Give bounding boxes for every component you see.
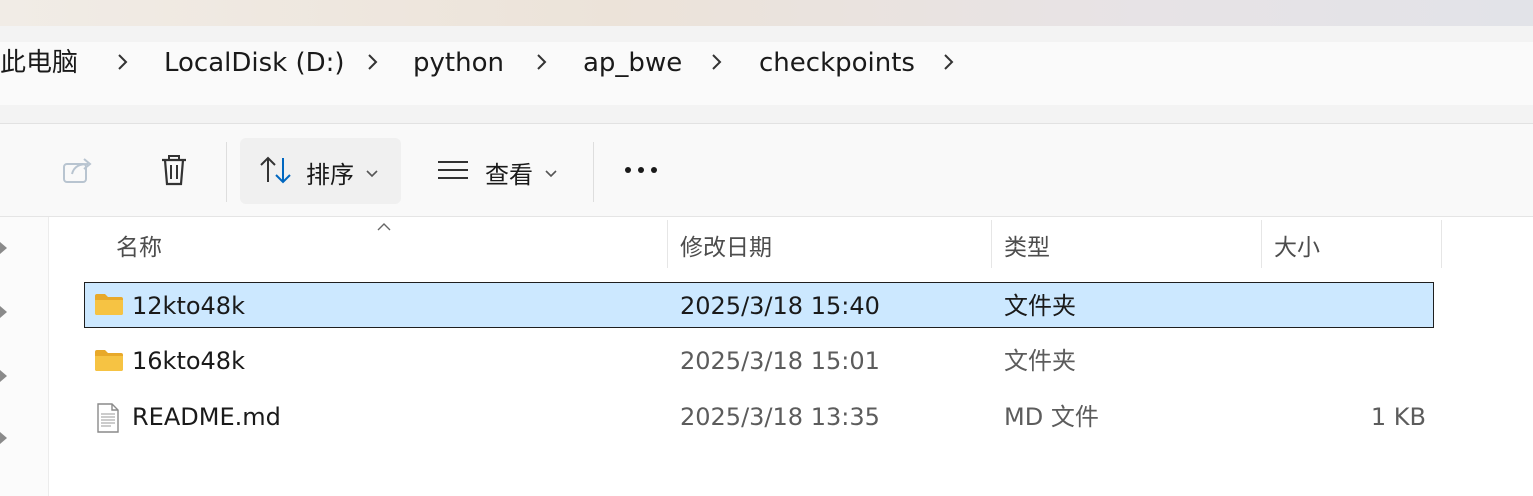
expand-arrow-icon[interactable]: [0, 306, 7, 318]
file-type: MD 文件: [1004, 403, 1099, 431]
title-bar: [0, 0, 1533, 26]
toolbar-divider: [593, 142, 594, 202]
file-size: 1 KB: [1370, 403, 1426, 431]
sort-indicator-icon: [377, 216, 391, 235]
breadcrumb-checkpoints[interactable]: checkpoints: [759, 46, 915, 80]
sort-label: 排序: [306, 160, 354, 189]
breadcrumb-ap-bwe[interactable]: ap_bwe: [583, 46, 682, 80]
file-type: 文件夹: [1004, 292, 1076, 320]
column-header-type[interactable]: 类型: [1004, 228, 1050, 262]
command-bar: 排序 查看: [0, 124, 1533, 217]
chevron-right-icon[interactable]: [112, 47, 134, 77]
share-button[interactable]: [60, 154, 96, 190]
chevron-right-icon[interactable]: [362, 47, 384, 77]
chevron-down-icon: [545, 163, 557, 182]
more-icon: [622, 158, 662, 186]
chevron-right-icon[interactable]: [938, 47, 960, 77]
expand-arrow-icon[interactable]: [0, 242, 7, 254]
expand-arrow-icon[interactable]: [0, 370, 7, 382]
column-divider[interactable]: [667, 220, 668, 268]
breadcrumb-localdisk[interactable]: LocalDisk (D:): [164, 46, 345, 80]
trash-icon: [156, 152, 192, 192]
file-modified: 2025/3/18 15:01: [680, 347, 880, 375]
column-divider[interactable]: [1441, 220, 1442, 268]
file-name: 16kto48k: [132, 347, 245, 375]
more-options-button[interactable]: [622, 158, 662, 186]
chevron-right-icon[interactable]: [531, 47, 553, 77]
file-name: README.md: [132, 403, 281, 431]
expand-arrow-icon[interactable]: [0, 432, 7, 444]
document-icon: [96, 403, 120, 437]
sort-icon: [258, 154, 294, 190]
column-divider[interactable]: [1261, 220, 1262, 268]
navigation-pane[interactable]: [0, 217, 49, 496]
table-row[interactable]: README.md 2025/3/18 13:35 MD 文件 1 KB: [84, 394, 1434, 440]
file-name: 12kto48k: [132, 292, 245, 320]
view-button[interactable]: 查看: [436, 154, 557, 190]
folder-icon: [94, 292, 124, 320]
table-row[interactable]: 12kto48k 2025/3/18 15:40 文件夹: [84, 282, 1434, 328]
table-row[interactable]: 16kto48k 2025/3/18 15:01 文件夹: [84, 338, 1434, 384]
sort-button-content[interactable]: 排序: [258, 154, 378, 190]
column-header-modified[interactable]: 修改日期: [680, 228, 772, 262]
chevron-down-icon: [366, 163, 378, 182]
file-modified: 2025/3/18 13:35: [680, 403, 880, 431]
delete-button[interactable]: [156, 152, 192, 192]
toolbar-divider: [226, 142, 227, 202]
breadcrumb-this-pc[interactable]: 此电脑: [0, 46, 78, 80]
list-view-icon: [436, 154, 470, 190]
file-modified: 2025/3/18 15:40: [680, 292, 880, 320]
file-type: 文件夹: [1004, 347, 1076, 375]
folder-icon: [94, 348, 124, 376]
column-header-size[interactable]: 大小: [1274, 228, 1320, 262]
column-divider[interactable]: [991, 220, 992, 268]
view-label: 查看: [485, 160, 533, 189]
share-icon: [60, 154, 96, 190]
chevron-right-icon[interactable]: [706, 47, 728, 77]
column-header-name[interactable]: 名称: [116, 228, 162, 262]
breadcrumb-python[interactable]: python: [413, 46, 504, 80]
